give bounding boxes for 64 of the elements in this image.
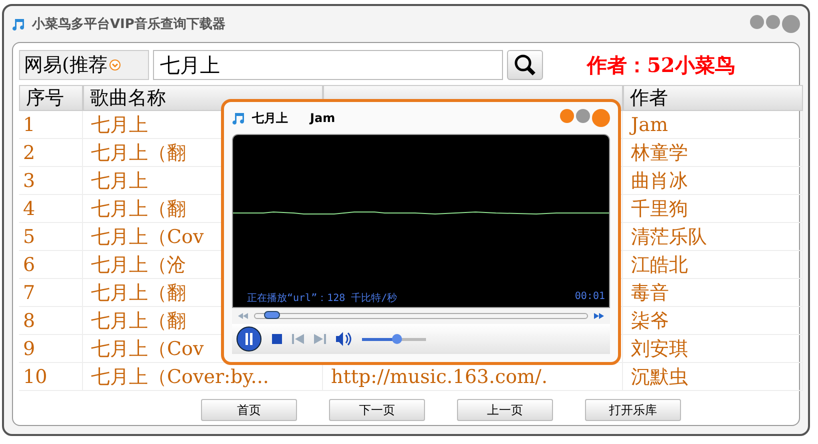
table-cell: 10 (23, 366, 48, 388)
maximize-icon[interactable] (766, 15, 780, 29)
volume-handle[interactable] (392, 334, 402, 344)
table-cell-text: 七月上（翻 (91, 308, 186, 334)
table-cell-text: 七月上（翻 (91, 280, 186, 306)
table-cell-text: 清茫乐队 (631, 224, 707, 250)
pause-button[interactable] (236, 326, 262, 352)
table-cell-text: 沉默虫 (631, 364, 688, 390)
table-cell: Jam (631, 114, 668, 136)
music-note-icon (12, 17, 26, 31)
table-cell-text: 柒爷 (631, 308, 669, 334)
time-display: 00:01 (574, 291, 605, 304)
dropdown-icon (109, 59, 122, 71)
table-cell: http://music.163.com/. (331, 366, 548, 388)
column-header[interactable]: 作者 (623, 85, 803, 111)
source-dropdown[interactable]: 网易(推荐 (19, 50, 149, 80)
player-title: 七月上 (252, 110, 288, 126)
minimize-icon[interactable] (750, 15, 764, 29)
table-cell: 8 (23, 310, 36, 332)
table-cell-text: 七月上（Cover:by... (91, 364, 269, 390)
table-cell-text: 七月上（沧 (91, 252, 186, 278)
close-icon[interactable] (592, 109, 610, 127)
table-cell: 2 (23, 142, 36, 164)
maximize-icon[interactable] (576, 109, 590, 123)
previous-icon[interactable] (292, 334, 304, 344)
page-button[interactable]: 上一页 (457, 399, 553, 421)
author-label: 作者：52小菜鸟 (587, 52, 735, 78)
column-header[interactable]: 序号 (19, 85, 83, 111)
table-cell-text: 七月上（翻 (91, 140, 186, 166)
player-artist: Jam (310, 111, 336, 125)
music-note-icon (232, 111, 246, 125)
page-button[interactable]: 打开乐库 (585, 399, 681, 421)
window-title: 小菜鸟多平台VIP音乐查询下载器 (32, 16, 226, 33)
next-icon[interactable] (314, 334, 326, 344)
search-icon (513, 53, 537, 77)
table-cell: 1 (23, 114, 36, 136)
speaker-icon[interactable] (336, 332, 352, 346)
table-cell-text: 毒音 (631, 280, 669, 306)
table-cell-text: 江皓北 (631, 252, 688, 278)
fast-forward-icon (594, 313, 604, 319)
playback-status: 正在播放“url”：128 千比特/秒 (247, 292, 398, 305)
table-cell-text: 林童学 (631, 140, 688, 166)
seek-handle[interactable] (264, 311, 280, 319)
table-cell-text: 七月上（Cov (91, 336, 204, 362)
page-button[interactable]: 首页 (201, 399, 297, 421)
minimize-icon[interactable] (560, 109, 574, 123)
search-button[interactable] (507, 50, 543, 80)
table-cell: 9 (23, 338, 36, 360)
table-cell: 4 (23, 198, 36, 220)
table-cell-text: 七月上（Cov (91, 224, 204, 250)
table-cell-text: 千里狗 (631, 196, 688, 222)
table-cell-text: 七月上 (91, 168, 148, 194)
table-cell: 6 (23, 254, 36, 276)
table-cell: 5 (23, 226, 36, 248)
table-cell-text: 七月上 (91, 112, 148, 138)
table-cell: 7 (23, 282, 36, 304)
table-cell-text: 七月上（翻 (91, 196, 186, 222)
table-cell-text: 曲肖冰 (631, 168, 688, 194)
rewind-icon (238, 313, 248, 319)
table-cell-text: 刘安琪 (631, 336, 688, 362)
close-icon[interactable] (782, 15, 800, 33)
table-cell: 3 (23, 170, 36, 192)
search-field[interactable]: 七月上 (153, 50, 503, 80)
page-button[interactable]: 下一页 (329, 399, 425, 421)
